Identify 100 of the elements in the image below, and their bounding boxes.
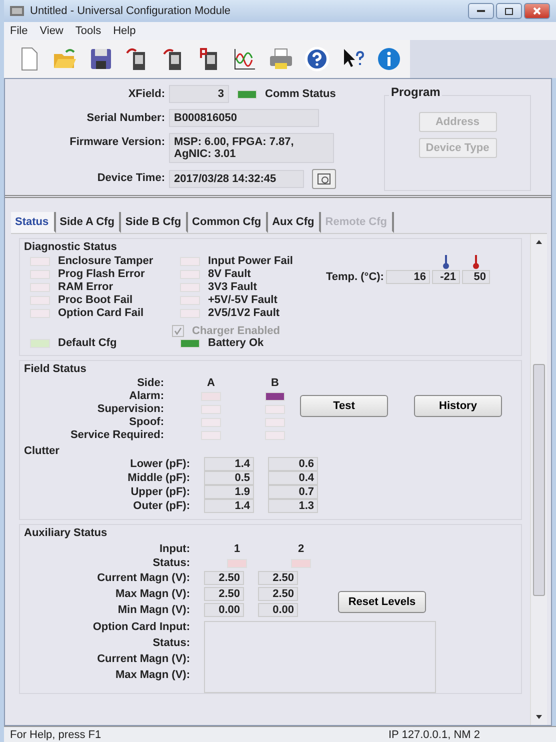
temperature-value: 16	[386, 270, 430, 284]
field-label: Current Magn (V):	[96, 572, 190, 584]
menu-item[interactable]: File	[10, 25, 28, 37]
info-icon	[376, 46, 402, 72]
value-field: 2.50	[258, 587, 298, 601]
status-label: 2V5/1V2 Fault	[208, 307, 281, 319]
group-title: Program	[389, 85, 442, 99]
status-label: Input Power Fail	[208, 255, 294, 267]
waveform-icon	[232, 46, 258, 72]
minimize-button[interactable]	[468, 3, 494, 19]
field-label: Upper (pF):	[130, 486, 190, 498]
field-label: Supervision:	[96, 403, 164, 415]
status-label: Enclosure Tamper	[58, 255, 154, 267]
field-label: Side:	[136, 377, 164, 389]
temperature-value: 50	[462, 270, 490, 284]
scroll-down-icon	[535, 713, 543, 721]
action-button[interactable]: Test	[300, 395, 388, 417]
scrollbar[interactable]	[530, 234, 547, 725]
field-label: Status:	[152, 637, 190, 649]
firmware-value: MSP: 6.00, FPGA: 7.87, AgNIC: 3.01	[169, 133, 334, 163]
app-icon	[10, 6, 24, 16]
tab[interactable]: Side A Cfg	[56, 212, 122, 233]
field-label: XField:	[127, 87, 165, 102]
temperature-label: Temp. (°C):	[326, 271, 384, 283]
tab[interactable]: Aux Cfg	[268, 212, 322, 233]
field-label: Current Magn (V):	[96, 653, 190, 665]
connection-status: IP 127.0.0.1, NM 2	[388, 728, 480, 740]
status-label: 8V Fault	[208, 268, 252, 280]
time-value: 2017/03/28 14:32:45	[169, 170, 304, 188]
column-header: B	[270, 377, 280, 389]
field-label: Status:	[152, 557, 190, 569]
maximize-button[interactable]	[496, 3, 522, 19]
minimize-icon	[477, 10, 485, 12]
thermometer-icon	[472, 255, 479, 269]
status-label: Prog Flash Error	[58, 268, 146, 280]
field-label: Min Magn (V):	[116, 604, 190, 616]
field-label: Firmware Version:	[68, 135, 165, 150]
field-label: Alarm:	[128, 390, 164, 402]
value-field: 0.7	[268, 485, 318, 499]
maximize-icon	[505, 8, 513, 14]
value-field: 2.50	[258, 571, 298, 585]
scroll-up-icon	[535, 238, 543, 246]
status-label: Default Cfg	[58, 337, 118, 349]
field-label: Service Required:	[69, 429, 164, 441]
close-button[interactable]	[524, 3, 550, 19]
checkbox-label: Charger Enabled	[192, 325, 280, 337]
clock-icon	[317, 173, 331, 185]
value-field: 0.00	[204, 603, 244, 617]
close-icon	[533, 7, 541, 15]
group-title: Diagnostic Status	[24, 241, 118, 253]
xfield-value: 3	[169, 85, 229, 103]
tab[interactable]: Common Cfg	[188, 212, 268, 233]
column-header: 1	[232, 543, 242, 555]
tab[interactable]: Side B Cfg	[121, 212, 188, 233]
column-header: 2	[296, 543, 306, 555]
value-field: 0.6	[268, 457, 318, 471]
clock-button[interactable]	[312, 169, 336, 189]
menu-item[interactable]: Help	[113, 25, 136, 37]
value-field: 2.50	[204, 571, 244, 585]
field-label: Option Card Input:	[92, 621, 190, 633]
menu-item[interactable]: View	[40, 25, 64, 37]
thermometer-icon	[442, 255, 449, 269]
serial-value: B000816050	[169, 109, 319, 127]
status-label: +5V/-5V Fault	[208, 294, 278, 306]
value-field: 1.4	[204, 457, 254, 471]
status-label: Proc Boot Fail	[58, 294, 134, 306]
menu-item[interactable]: Tools	[75, 25, 102, 37]
help-icon	[304, 46, 330, 72]
field-label: Spoof:	[128, 416, 164, 428]
window-title: Untitled - Universal Configuration Module	[30, 5, 232, 17]
status-text: For Help, press F1	[10, 728, 102, 740]
field-label: Lower (pF):	[129, 458, 190, 470]
value-field: 0.4	[268, 471, 318, 485]
printer-icon	[268, 46, 294, 72]
value-field: 1.3	[268, 499, 318, 513]
action-button[interactable]: History	[414, 395, 502, 417]
field-label: Outer (pF):	[132, 500, 190, 512]
status-label: 3V3 Fault	[208, 281, 258, 293]
value-field: 0.5	[204, 471, 254, 485]
status-label: RAM Error	[58, 281, 114, 293]
status-label: Battery Ok	[208, 337, 264, 349]
group-title: Auxiliary Status	[24, 527, 108, 539]
group-title: Clutter	[24, 445, 60, 457]
field-label: Input:	[158, 543, 190, 555]
status-label: Comm Status	[265, 88, 336, 100]
toolbar-button[interactable]	[302, 44, 332, 74]
column-header: A	[206, 377, 216, 389]
field-label: Serial Number:	[86, 111, 165, 126]
temperature-value: -21	[432, 270, 460, 284]
field-label: Max Magn (V):	[114, 669, 190, 681]
value-field: 0.00	[258, 603, 298, 617]
value-field: 1.4	[204, 499, 254, 513]
status-label: Option Card Fail	[58, 307, 145, 319]
field-label: Device Time:	[96, 171, 165, 186]
reset-levels-button[interactable]: Reset Levels	[338, 591, 426, 613]
value-field: 1.9	[204, 485, 254, 499]
tab[interactable]: Status	[11, 212, 56, 233]
value-field: 2.50	[204, 587, 244, 601]
field-label: Max Magn (V):	[114, 588, 190, 600]
group-title: Field Status	[24, 363, 88, 375]
